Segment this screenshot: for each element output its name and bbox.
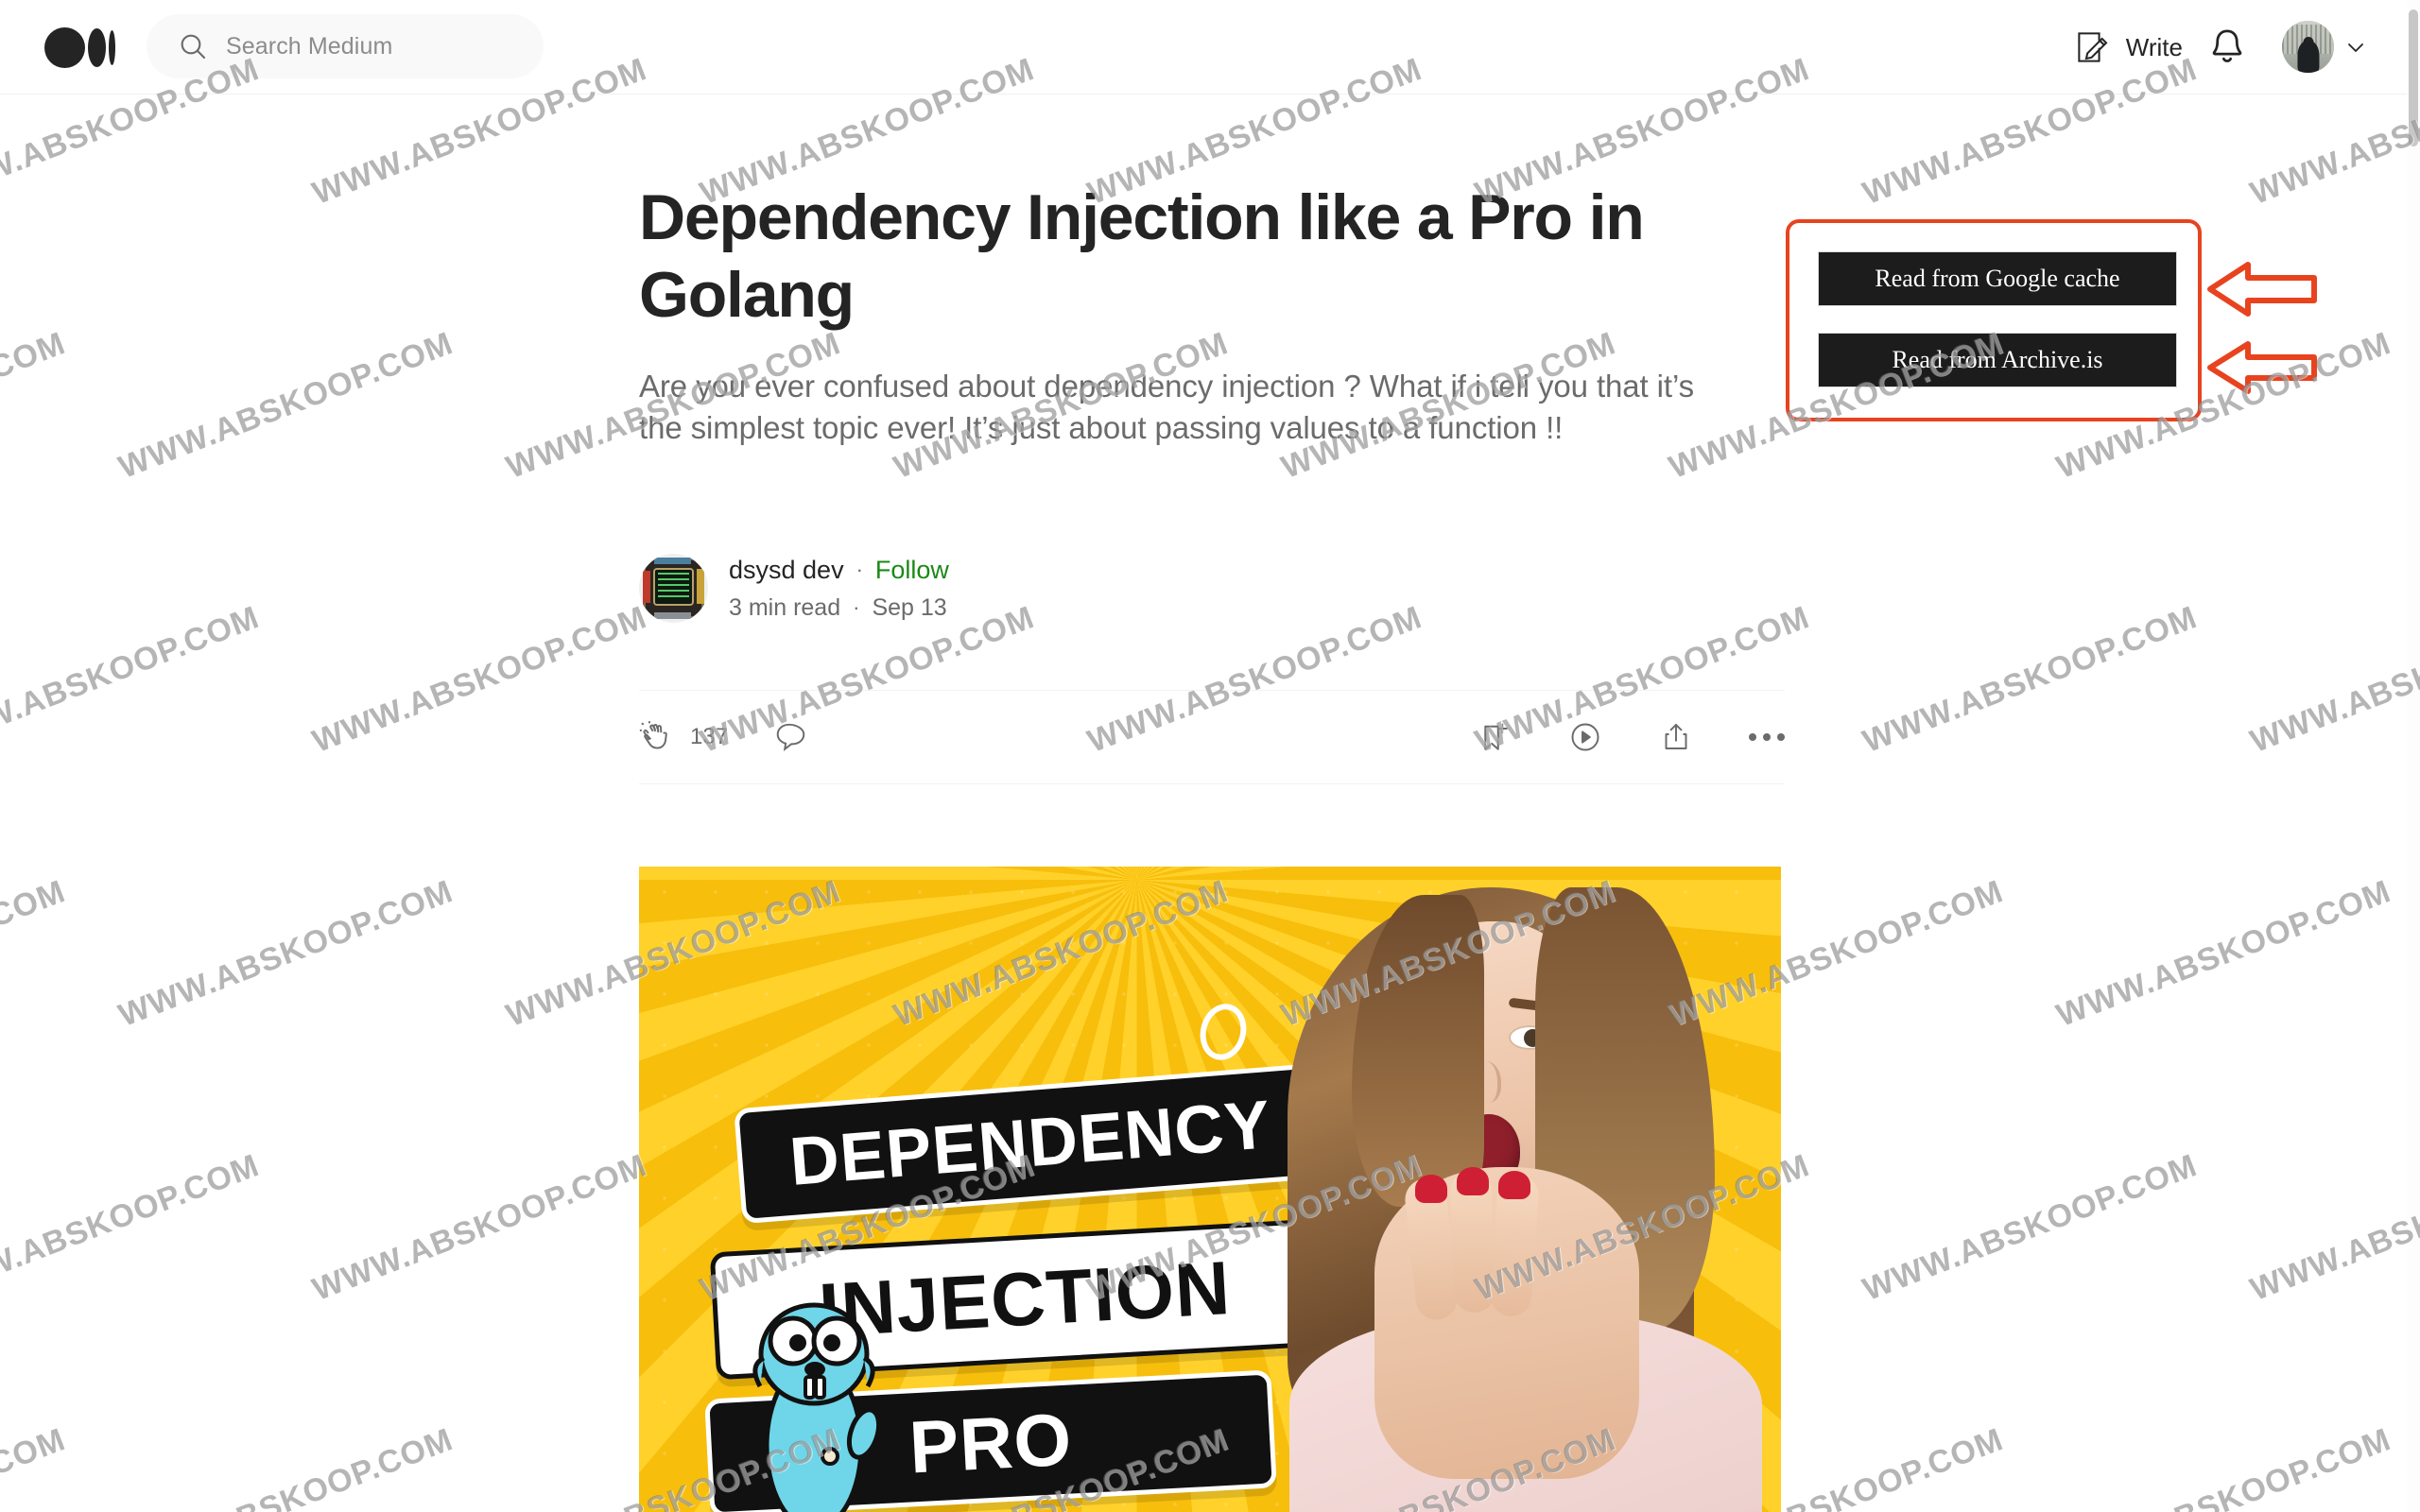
- share-button[interactable]: [1658, 719, 1694, 755]
- chevron-down-icon[interactable]: [2344, 36, 2367, 59]
- watermark-text: WWW.ABSKOOP.COM: [307, 1147, 652, 1308]
- logo-ellipse-large: [44, 27, 85, 68]
- bookmark-add-icon: [1484, 723, 1508, 750]
- go-gopher-mascot: [752, 1302, 882, 1512]
- arrow-left-icon-2: [2207, 341, 2317, 394]
- watermark-text: WWW.ABSKOOP.COM: [2245, 1147, 2420, 1308]
- watermark-text: WWW.ABSKOOP.COM: [2245, 599, 2420, 760]
- hero-person-photo: [1252, 867, 1781, 1512]
- watermark-text: WWW.ABSKOOP.COM: [0, 599, 265, 760]
- vertical-scrollbar-thumb[interactable]: [2409, 9, 2418, 146]
- watermark-text: WWW.ABSKOOP.COM: [1858, 599, 2203, 760]
- comment-icon: [776, 723, 805, 752]
- write-button[interactable]: Write: [2075, 25, 2183, 70]
- author-byline: dsysd dev · Follow 3 min read · Sep 13: [639, 554, 949, 623]
- article-subtitle: Are you ever confused about dependency i…: [639, 369, 1695, 445]
- read-google-cache-button[interactable]: Read from Google cache: [1818, 251, 2177, 306]
- avatar-person: [2296, 40, 2320, 73]
- more-options-button[interactable]: [1749, 733, 1785, 741]
- action-bar-right: [1477, 719, 1785, 755]
- article-hero-image: DEPENDENCY INJECTION PRO: [639, 867, 1781, 1512]
- author-avatar[interactable]: [639, 554, 708, 623]
- clap-button[interactable]: 137: [639, 720, 728, 754]
- person-nail-1: [1415, 1175, 1447, 1203]
- medium-logo[interactable]: [44, 26, 125, 69]
- write-label: Write: [2125, 32, 2183, 61]
- search-placeholder-text: Search Medium: [226, 32, 393, 60]
- clap-icon: [639, 721, 667, 749]
- bell-icon: [2212, 29, 2242, 62]
- watermark-text: WWW.ABSKOOP.COM: [113, 325, 458, 486]
- avatar-screen: [653, 567, 694, 607]
- read-options-callout: Read from Google cache Read from Archive…: [1786, 219, 2202, 421]
- search-icon: [181, 34, 206, 60]
- watermark-text: WWW.ABSKOOP.COM: [113, 873, 458, 1034]
- watermark-text: WWW.ABSKOOP.COM: [1858, 1147, 2203, 1308]
- search-input[interactable]: Search Medium: [147, 14, 544, 78]
- avatar[interactable]: [2282, 21, 2334, 73]
- listen-button[interactable]: [1567, 719, 1603, 755]
- watermark-text: WWW.ABSKOOP.COM: [2051, 873, 2396, 1034]
- share-icon: [1665, 723, 1687, 749]
- action-bar-left: 137: [639, 719, 807, 755]
- watermark-text: WWW.ABSKOOP.COM: [0, 1421, 71, 1512]
- follow-button[interactable]: Follow: [875, 556, 949, 585]
- comment-button[interactable]: [771, 719, 807, 755]
- write-pencil-icon: [2078, 32, 2108, 62]
- watermark-text: WWW.ABSKOOP.COM: [2051, 1421, 2396, 1512]
- author-meta: dsysd dev · Follow 3 min read · Sep 13: [729, 556, 949, 622]
- avatar-chip-right: [696, 569, 704, 604]
- more-dot-3: [1777, 733, 1785, 741]
- bookmark-button[interactable]: [1477, 719, 1512, 755]
- vertical-scrollbar-track[interactable]: [2407, 0, 2420, 1512]
- clap-count: 137: [690, 724, 729, 749]
- person-nail-3: [1498, 1171, 1530, 1199]
- read-archive-is-button[interactable]: Read from Archive.is: [1818, 333, 2177, 387]
- arrow-left-icon: [2207, 262, 2317, 317]
- play-circle-icon: [1571, 723, 1599, 751]
- avatar-chip-top: [654, 557, 692, 564]
- person-nail-2: [1457, 1167, 1489, 1195]
- user-menu[interactable]: [2282, 21, 2367, 73]
- logo-ellipse-medium: [88, 28, 106, 67]
- watermark-text: WWW.ABSKOOP.COM: [0, 325, 71, 486]
- watermark-text: WWW.ABSKOOP.COM: [113, 1421, 458, 1512]
- watermark-text: WWW.ABSKOOP.COM: [307, 599, 652, 760]
- notifications-button[interactable]: [2206, 26, 2248, 67]
- article-header: Dependency Injection like a Pro in Golan…: [639, 180, 1783, 448]
- more-dot-2: [1763, 733, 1771, 741]
- meta-separator-2: ·: [853, 595, 860, 619]
- article-action-bar: 137: [639, 690, 1785, 784]
- avatar-chip-bottom: [654, 612, 692, 620]
- page-title: Dependency Injection like a Pro in Golan…: [639, 181, 1645, 331]
- logo-ellipse-small: [109, 30, 115, 65]
- site-header: Search Medium Write: [0, 0, 2407, 94]
- more-horizontal-icon: [1749, 733, 1756, 741]
- watermark-text: WWW.ABSKOOP.COM: [0, 1147, 265, 1308]
- author-name[interactable]: dsysd dev: [729, 556, 844, 585]
- meta-separator: ·: [856, 558, 863, 581]
- avatar-chip-left: [643, 571, 651, 603]
- publish-date: Sep 13: [872, 593, 947, 621]
- watermark-text: WWW.ABSKOOP.COM: [0, 873, 71, 1034]
- browser-page: Search Medium Write Dependency Injection…: [0, 0, 2420, 1512]
- read-time: 3 min read: [729, 593, 841, 621]
